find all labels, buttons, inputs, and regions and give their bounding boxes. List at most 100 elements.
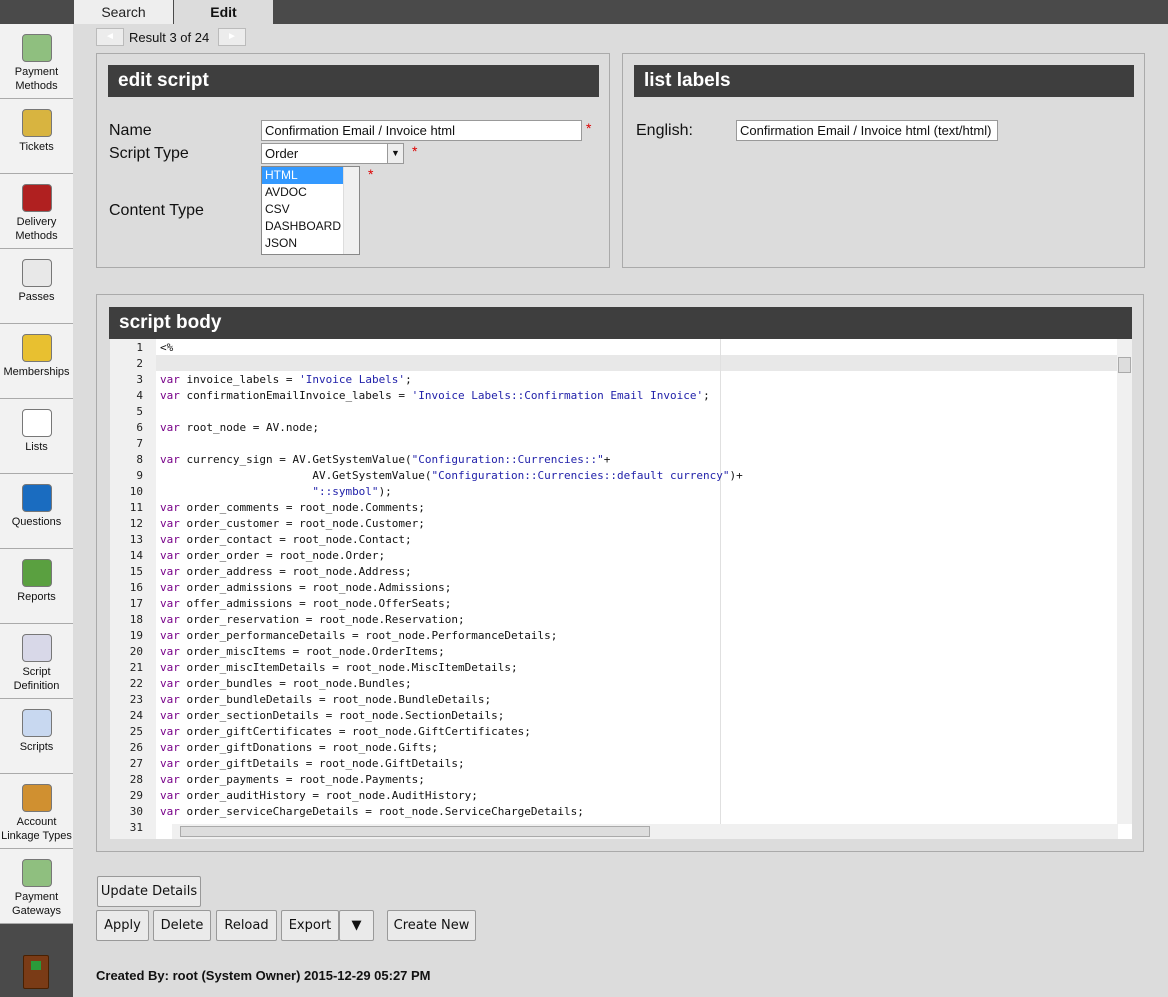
sidebar: Payment Methods Tickets Delivery Methods Pa… — [0, 24, 73, 997]
line-number: 2 — [136, 357, 143, 370]
line-number: 11 — [129, 501, 143, 514]
script-body-header: script body — [109, 307, 1132, 339]
name-input[interactable]: Confirmation Email / Invoice html — [261, 120, 582, 141]
code-line: var order_bundles = root_node.Bundles; — [160, 677, 412, 690]
code-line: var order_contact = root_node.Contact; — [160, 533, 412, 546]
script-type-select[interactable]: Order ▼ — [261, 143, 404, 164]
line-number: 22 — [129, 677, 143, 690]
sidebar-item-tickets[interactable]: Tickets — [0, 99, 73, 174]
scripts-icon — [21, 709, 52, 737]
sidebar-item-reports[interactable]: Reports — [0, 549, 73, 624]
chevron-down-icon[interactable]: ▼ — [387, 144, 403, 163]
sidebar-item-label: Delivery Methods — [15, 216, 58, 242]
export-menu-button[interactable]: ▼ — [339, 910, 374, 941]
code-line: var order_comments = root_node.Comments; — [160, 501, 425, 514]
content-type-option[interactable]: CSV — [262, 201, 343, 218]
list-icon — [21, 409, 52, 437]
edit-script-header: edit script — [108, 65, 599, 97]
content-type-option[interactable]: AVDOC — [262, 184, 343, 201]
list-labels-header: list labels — [634, 65, 1134, 97]
required-marker: * — [412, 143, 418, 159]
line-number: 15 — [129, 565, 143, 578]
english-label: English: — [636, 122, 693, 139]
line-number: 21 — [129, 661, 143, 674]
code-line: var order_payments = root_node.Payments; — [160, 773, 425, 786]
code-line: var order_giftCertificates = root_node.G… — [160, 725, 531, 738]
next-result-button[interactable]: ► — [218, 28, 246, 46]
line-number: 9 — [136, 469, 143, 482]
update-details-button[interactable]: Update Details — [97, 876, 201, 907]
content-type-listbox[interactable]: HTML AVDOC CSV DASHBOARD JSON — [261, 166, 360, 255]
line-number: 27 — [129, 757, 143, 770]
code-line: var order_customer = root_node.Customer; — [160, 517, 425, 530]
report-icon — [21, 559, 52, 587]
code-line: var order_sectionDetails = root_node.Sec… — [160, 709, 505, 722]
code-line: var order_performanceDetails = root_node… — [160, 629, 558, 642]
sidebar-item-passes[interactable]: Passes — [0, 249, 73, 324]
listbox-scrollbar[interactable] — [343, 167, 359, 254]
line-number: 8 — [136, 453, 143, 466]
code-line: var offer_admissions = root_node.OfferSe… — [160, 597, 452, 610]
previous-result-button[interactable]: ◄ — [96, 28, 124, 46]
sidebar-item-questions[interactable]: Questions — [0, 474, 73, 549]
line-number: 6 — [136, 421, 143, 434]
code-line: var order_admissions = root_node.Admissi… — [160, 581, 452, 594]
code-line: <% — [160, 341, 174, 354]
sidebar-item-lists[interactable]: Lists — [0, 399, 73, 474]
content-type-option[interactable]: DASHBOARD — [262, 218, 343, 235]
vertical-scrollbar[interactable] — [1117, 339, 1132, 824]
sidebar-item-scripts[interactable]: Scripts — [0, 699, 73, 774]
sidebar-item-payment-methods[interactable]: Payment Methods — [0, 24, 73, 99]
script-type-value: Order — [265, 146, 299, 161]
code-editor[interactable]: 1 <% 2 3 var invoice_labels = 'Invoice Label… — [110, 339, 1132, 839]
english-input[interactable]: Confirmation Email / Invoice html (text/… — [736, 120, 998, 141]
sidebar-item-payment-gateways[interactable]: Payment Gateways — [0, 849, 73, 924]
sidebar-item-label: Scripts — [19, 741, 54, 753]
line-number: 20 — [129, 645, 143, 658]
active-line — [110, 355, 1118, 371]
sidebar-item-label: Questions — [11, 516, 62, 528]
sidebar-item-delivery-methods[interactable]: Delivery Methods — [0, 174, 73, 249]
content-type-option[interactable]: JSON — [262, 235, 343, 252]
sidebar-item-memberships[interactable]: Memberships — [0, 324, 73, 399]
sidebar-item-account-linkage-types[interactable]: Account Linkage Types — [0, 774, 73, 849]
line-number: 7 — [136, 437, 143, 450]
required-marker: * — [368, 166, 374, 182]
code-line: var order_bundleDetails = root_node.Bund… — [160, 693, 492, 706]
badge-icon — [21, 334, 52, 362]
created-by-info: Created By: root (System Owner) 2015-12-… — [96, 968, 431, 983]
question-icon — [21, 484, 52, 512]
code-line: var confirmationEmailInvoice_labels = 'I… — [160, 389, 710, 402]
create-new-button[interactable]: Create New — [387, 910, 476, 941]
line-number: 16 — [129, 581, 143, 594]
code-line: AV.GetSystemValue("Configuration::Curren… — [160, 469, 743, 482]
script-type-label: Script Type — [109, 145, 189, 162]
code-line: var order_auditHistory = root_node.Audit… — [160, 789, 478, 802]
code-line: var currency_sign = AV.GetSystemValue("C… — [160, 453, 611, 466]
code-line: "::symbol"); — [312, 485, 392, 498]
line-number: 3 — [136, 373, 143, 386]
line-number: 30 — [129, 805, 143, 818]
reload-button[interactable]: Reload — [216, 910, 277, 941]
exit-door-icon[interactable] — [23, 955, 49, 989]
line-number: 24 — [129, 709, 143, 722]
export-button[interactable]: Export — [281, 910, 339, 941]
code-line: var order_serviceChargeDetails = root_no… — [160, 805, 584, 818]
apply-button[interactable]: Apply — [96, 910, 149, 941]
tab-search[interactable]: Search — [74, 0, 173, 24]
pass-icon — [21, 259, 52, 287]
code-line: var order_order = root_node.Order; — [160, 549, 386, 562]
line-number: 23 — [129, 693, 143, 706]
tab-edit[interactable]: Edit — [174, 0, 273, 24]
content-type-option[interactable]: HTML — [262, 167, 343, 184]
money-icon — [21, 34, 52, 62]
sidebar-item-script-definition[interactable]: Script Definition — [0, 624, 73, 699]
line-number: 17 — [129, 597, 143, 610]
line-number: 10 — [129, 485, 143, 498]
sidebar-item-label: Payment Gateways — [12, 891, 61, 917]
horizontal-scrollbar[interactable] — [172, 824, 1118, 839]
sidebar-item-label: Lists — [25, 441, 48, 453]
code-line: var root_node = AV.node; — [160, 421, 319, 434]
delete-button[interactable]: Delete — [153, 910, 211, 941]
print-margin — [720, 339, 721, 824]
